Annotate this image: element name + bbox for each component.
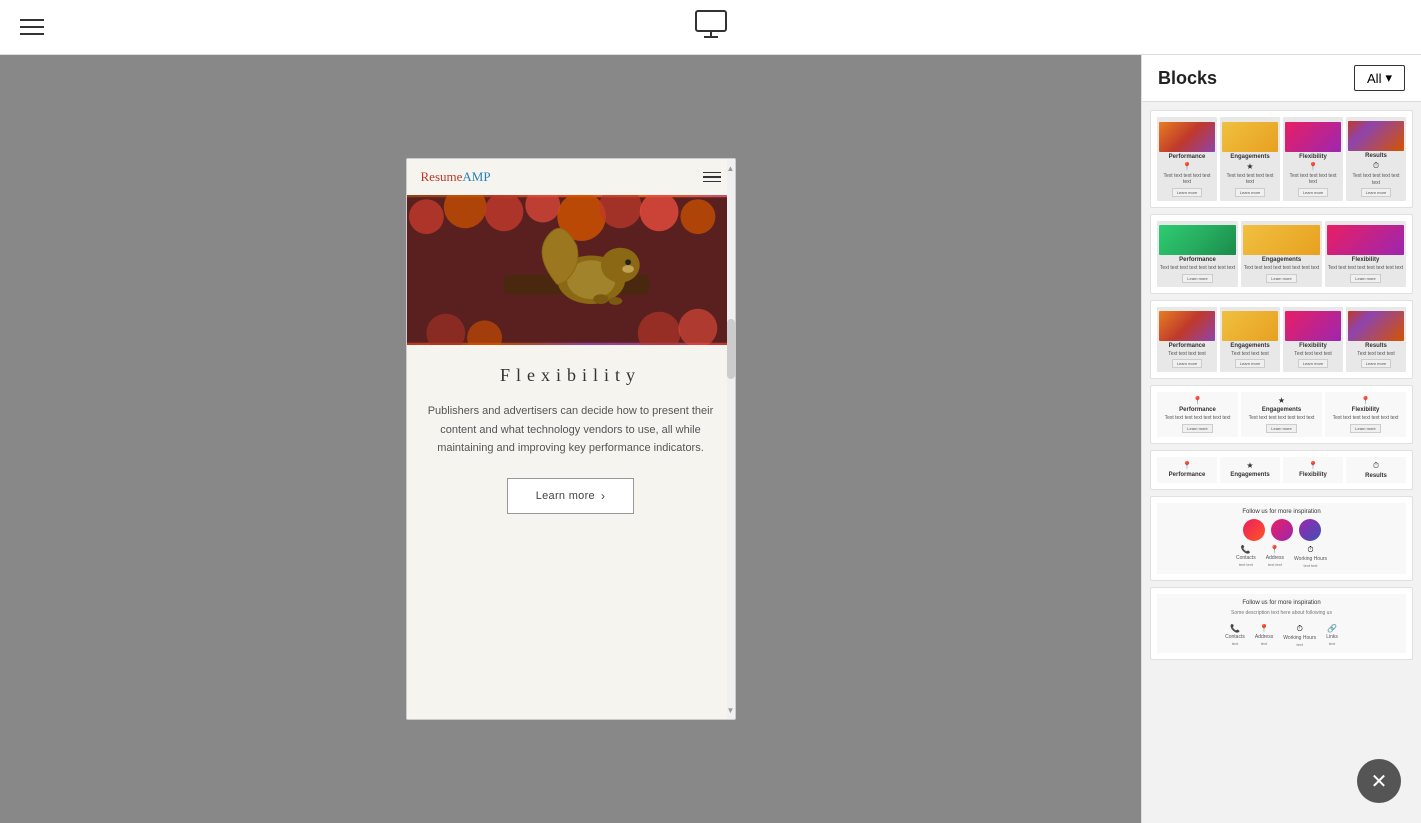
monitor-icon	[693, 7, 729, 43]
mobile-content: Flexibility Publishers and advertisers c…	[407, 345, 735, 719]
block-thumb-6[interactable]: Follow us for more inspiration 📞 Contact…	[1150, 496, 1413, 581]
mobile-logo: ResumeAMP	[421, 169, 491, 185]
preview-area: ResumeAMP	[0, 55, 1141, 823]
learn-more-arrow: ›	[601, 489, 605, 503]
block-thumb-3[interactable]: Performance Text text text text Learn mo…	[1150, 300, 1413, 380]
top-bar	[0, 0, 1421, 55]
scroll-up-arrow[interactable]: ▲	[727, 161, 735, 175]
main-area: ResumeAMP	[0, 55, 1421, 823]
scroll-down-arrow[interactable]: ▼	[727, 703, 735, 717]
preview-toggle[interactable]	[693, 7, 729, 48]
right-panel-blocks-list: Performance 📍 Text text text text text t…	[1142, 102, 1421, 823]
mobile-scrollbar[interactable]: ▲ ▼	[727, 159, 735, 719]
mobile-hero-image	[407, 195, 727, 345]
all-filter-button[interactable]: All ▾	[1354, 65, 1405, 91]
mobile-body-text: Publishers and advertisers can decide ho…	[427, 402, 715, 458]
right-panel: Blocks All ▾ Performance 📍 Text text tex…	[1141, 55, 1421, 823]
block-thumb-5[interactable]: 📍 Performance ★ Engagements 📍 Flexibilit…	[1150, 450, 1413, 490]
close-button[interactable]: ✕	[1357, 759, 1401, 803]
block-thumb-4[interactable]: 📍 Performance Text text text text text t…	[1150, 385, 1413, 444]
right-panel-header: Blocks All ▾	[1142, 55, 1421, 102]
block-thumb-1[interactable]: Performance 📍 Text text text text text t…	[1150, 110, 1413, 208]
mobile-nav: ResumeAMP	[407, 159, 735, 195]
squirrel-bg	[407, 195, 727, 345]
squirrel-illustration	[407, 195, 727, 345]
mobile-hamburger-icon[interactable]	[703, 172, 721, 183]
mobile-page-title: Flexibility	[500, 365, 641, 386]
block-thumb-2[interactable]: Performance Text text text text text tex…	[1150, 214, 1413, 294]
hamburger-menu[interactable]	[20, 19, 44, 35]
mobile-preview-frame: ResumeAMP	[406, 158, 736, 720]
learn-more-button[interactable]: Learn more ›	[507, 478, 635, 514]
blocks-panel-title: Blocks	[1158, 68, 1217, 89]
block-thumb-7[interactable]: Follow us for more inspiration Some desc…	[1150, 587, 1413, 660]
scrollbar-thumb[interactable]	[727, 319, 735, 379]
